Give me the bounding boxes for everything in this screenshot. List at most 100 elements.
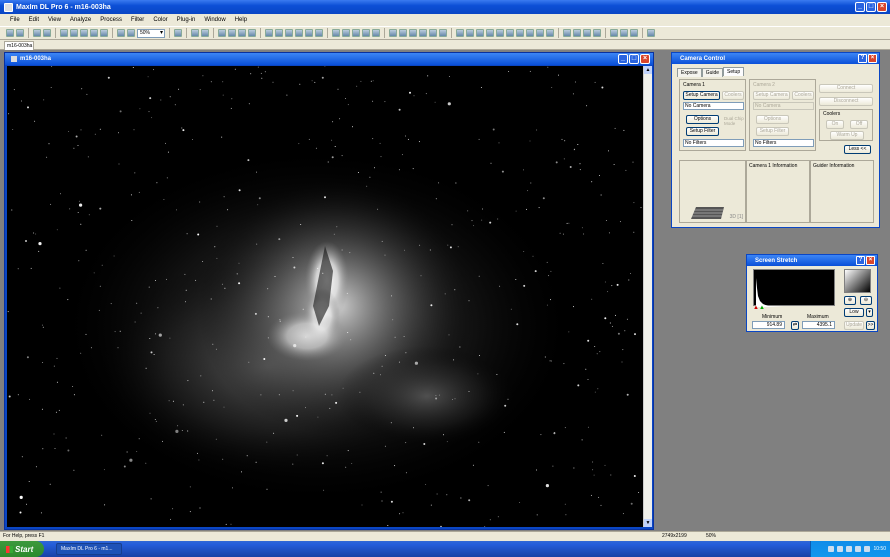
security-tray-icon[interactable] — [846, 546, 853, 552]
observatory-icon[interactable] — [456, 29, 464, 37]
guide-icon[interactable] — [486, 29, 494, 37]
crop-icon[interactable] — [191, 29, 199, 37]
help-tray-icon[interactable] — [828, 546, 835, 552]
maximum-field[interactable]: 4395.1 — [802, 321, 835, 329]
tab-expose[interactable]: Expose — [677, 68, 702, 77]
camera1-setup-camera-button[interactable]: Setup Camera — [683, 91, 720, 100]
stack-icon[interactable] — [362, 29, 370, 37]
camera2-camera-field[interactable]: No Camera — [753, 102, 814, 110]
select-icon[interactable] — [80, 29, 88, 37]
rotate-icon[interactable] — [201, 29, 209, 37]
find-icon[interactable] — [610, 29, 618, 37]
histogram[interactable] — [753, 269, 835, 307]
update-tray-icon[interactable] — [864, 546, 871, 552]
resize-icon[interactable] — [275, 29, 283, 37]
flip-icon[interactable] — [248, 29, 256, 37]
start-button[interactable]: Start — [0, 541, 44, 557]
palette-icon[interactable] — [563, 29, 571, 37]
mirror-icon[interactable] — [285, 29, 293, 37]
globe-icon[interactable] — [620, 29, 628, 37]
menu-window[interactable]: Window — [204, 17, 225, 23]
screen-stretch-window[interactable]: Screen Stretch ? × ▲▲ ⊕ ⊖ Minimum Maximu… — [746, 254, 878, 332]
camera1-coolers-button[interactable]: Coolers — [722, 91, 744, 100]
copy-icon[interactable] — [218, 29, 226, 37]
menu-filter[interactable]: Filter — [131, 17, 144, 23]
connect-button[interactable]: Connect — [819, 84, 873, 93]
mask-icon[interactable] — [352, 29, 360, 37]
camera-close-button[interactable]: × — [868, 54, 877, 63]
pan-icon[interactable] — [90, 29, 98, 37]
cooler-off-button[interactable]: Off — [850, 120, 868, 129]
warm-up-button[interactable]: Warm Up — [830, 131, 864, 140]
screen-stretch-icon[interactable] — [60, 29, 68, 37]
star-icon[interactable] — [630, 29, 638, 37]
network-tray-icon[interactable] — [837, 546, 844, 552]
camera-control-window[interactable]: Camera Control ? × Expose Guide Setup Ca… — [671, 52, 880, 228]
redo-icon[interactable] — [43, 29, 51, 37]
zoom-out-icon[interactable] — [127, 29, 135, 37]
weather-icon[interactable] — [506, 29, 514, 37]
wand-icon[interactable] — [647, 29, 655, 37]
menu-help[interactable]: Help — [235, 17, 247, 23]
pencil-icon[interactable] — [332, 29, 340, 37]
camera2-setup-filter-button[interactable]: Setup Filter — [756, 127, 789, 136]
camera-control-icon[interactable] — [70, 29, 78, 37]
ruler-icon[interactable] — [546, 29, 554, 37]
open-icon[interactable] — [6, 29, 14, 37]
stretch-close-button[interactable]: × — [866, 256, 875, 265]
screen-stretch-titlebar[interactable]: Screen Stretch ? × — [747, 255, 877, 266]
stretch-mode-dropdown[interactable]: ▾ — [866, 308, 873, 317]
rotate-right-icon[interactable] — [305, 29, 313, 37]
overlay-icon[interactable] — [439, 29, 447, 37]
color-icon[interactable] — [342, 29, 350, 37]
bin-icon[interactable] — [265, 29, 273, 37]
tab-guide[interactable]: Guide — [701, 68, 724, 77]
camera2-options-button[interactable]: Options — [756, 115, 789, 124]
menu-file[interactable]: File — [10, 17, 20, 23]
invert-icon[interactable] — [429, 29, 437, 37]
zoom-in-icon[interactable]: ⊕ — [844, 296, 856, 305]
align-icon[interactable] — [315, 29, 323, 37]
taskbar-item-maxim[interactable]: MaxIm DL Pro 6 - m1... — [56, 543, 122, 555]
zoom-window-icon[interactable] — [419, 29, 427, 37]
camera-icon[interactable] — [516, 29, 524, 37]
camera2-coolers-button[interactable]: Coolers — [792, 91, 814, 100]
image-vertical-scrollbar[interactable]: ▲ ▼ — [643, 66, 652, 527]
camera-help-button[interactable]: ? — [858, 54, 867, 63]
update-button[interactable]: Update — [844, 321, 864, 330]
astro-image[interactable] — [7, 66, 643, 527]
camera2-setup-camera-button[interactable]: Setup Camera — [753, 91, 790, 100]
image-minimize-button[interactable]: _ — [618, 54, 628, 64]
maximize-button[interactable]: □ — [866, 2, 876, 12]
doc-tab[interactable]: m16-003ha — [4, 41, 34, 50]
camera2-filters-field[interactable]: No Filters — [753, 139, 814, 147]
sequence-icon[interactable] — [526, 29, 534, 37]
info-icon[interactable] — [100, 29, 108, 37]
menu-process[interactable]: Process — [100, 17, 122, 23]
menu-view[interactable]: View — [48, 17, 61, 23]
paste-icon[interactable] — [228, 29, 236, 37]
menu-edit[interactable]: Edit — [29, 17, 39, 23]
save-icon[interactable] — [16, 29, 24, 37]
zoom-fit-icon[interactable] — [399, 29, 407, 37]
stretch-mode-select[interactable]: Low — [844, 308, 864, 317]
minimum-field[interactable]: 914.89 — [752, 321, 785, 329]
focus-icon[interactable] — [496, 29, 504, 37]
zoom-in-icon[interactable] — [117, 29, 125, 37]
graph-icon[interactable] — [536, 29, 544, 37]
camera1-filters-field[interactable]: No Filters — [683, 139, 744, 147]
menu-color[interactable]: Color — [153, 17, 167, 23]
close-button[interactable]: × — [877, 2, 887, 12]
image-window[interactable]: m16-003ha _ □ × ▲ ▼ — [4, 52, 654, 530]
image-maximize-button[interactable]: □ — [629, 54, 639, 64]
camera-control-titlebar[interactable]: Camera Control ? × — [672, 53, 879, 64]
dome-icon[interactable] — [476, 29, 484, 37]
pinpoint-icon[interactable] — [174, 29, 182, 37]
less-button[interactable]: Less << — [844, 145, 871, 154]
expand-button[interactable]: >> — [866, 321, 875, 330]
camera1-camera-field[interactable]: No Camera — [683, 102, 744, 110]
tab-setup[interactable]: Setup — [723, 67, 745, 76]
cooler-on-button[interactable]: On — [826, 120, 844, 129]
swap-icon[interactable]: ⇄ — [791, 321, 799, 330]
duplicate-icon[interactable] — [238, 29, 246, 37]
